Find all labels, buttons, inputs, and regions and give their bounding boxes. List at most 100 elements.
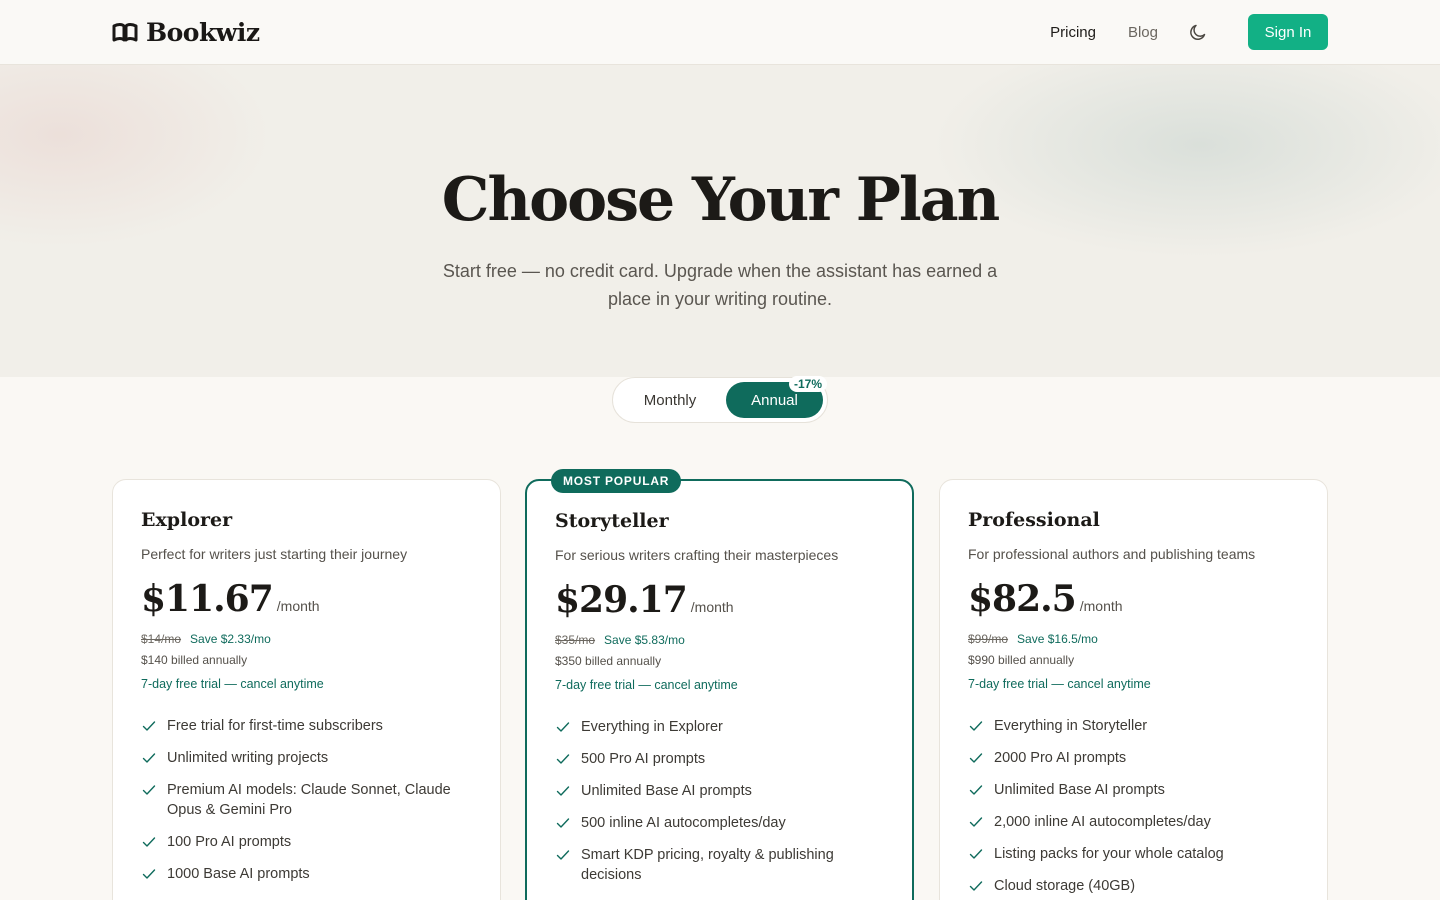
feature-item: Unlimited Base AI prompts: [555, 781, 875, 801]
feature-text: 100 Pro AI prompts: [167, 834, 292, 850]
feature-text: Everything in Storyteller: [994, 718, 1148, 734]
plan-price: $82.5: [968, 578, 1077, 620]
check-icon: [969, 721, 983, 731]
check-icon: [969, 849, 983, 859]
price-period: /month: [690, 599, 734, 615]
price-row: $29.17 /month: [555, 579, 734, 621]
most-popular-badge: MOST POPULAR: [551, 469, 682, 493]
check-icon: [556, 722, 570, 732]
moon-icon: [1190, 24, 1206, 40]
feature-item: 100 Pro AI prompts: [141, 832, 461, 852]
feature-text: Unlimited Base AI prompts: [581, 783, 752, 799]
feature-item: Premium AI models: Claude Sonnet, Claude…: [141, 780, 461, 820]
plan-description: For professional authors and publishing …: [968, 546, 1256, 562]
feature-text: 2000 Pro AI prompts: [994, 750, 1127, 766]
nav-pricing-link[interactable]: Pricing: [1050, 24, 1096, 41]
plan-name: Storyteller: [555, 510, 669, 532]
feature-item: Everything in Storyteller: [968, 716, 1288, 736]
check-icon: [969, 817, 983, 827]
plan-card-explorer: Explorer Perfect for writers just starti…: [112, 479, 501, 900]
trial-text: 7-day free trial — cancel anytime: [141, 677, 324, 691]
plan-card-storyteller: MOST POPULAR Storyteller For serious wri…: [525, 469, 914, 900]
plan-price: $29.17: [555, 579, 688, 621]
nav-links: Pricing Blog Sign In: [1050, 14, 1328, 50]
feature-item: 500 Pro AI prompts: [555, 749, 875, 769]
trial-text: 7-day free trial — cancel anytime: [555, 678, 738, 692]
check-icon: [969, 881, 983, 891]
hero-section: Choose Your Plan Start free — no credit …: [0, 65, 1440, 377]
feature-list: Free trial for first-time subscribers Un…: [141, 716, 461, 896]
trial-text: 7-day free trial — cancel anytime: [968, 677, 1151, 691]
price-row: $82.5 /month: [968, 578, 1123, 620]
billed-annually-text: $140 billed annually: [141, 653, 248, 667]
feature-text: Unlimited Base AI prompts: [994, 782, 1165, 798]
sign-in-button[interactable]: Sign In: [1248, 14, 1328, 50]
feature-text: Listing packs for your whole catalog: [994, 846, 1224, 862]
plan-name: Explorer: [141, 509, 233, 531]
feature-text: Unlimited writing projects: [167, 750, 329, 766]
billing-period-toggle: Monthly Annual -17%: [612, 376, 828, 423]
billed-annually-text: $990 billed annually: [968, 653, 1075, 667]
feature-item: Unlimited writing projects: [141, 748, 461, 768]
check-icon: [142, 753, 156, 763]
savings-amount: Save $5.83/mo: [604, 633, 685, 647]
feature-item: 500 inline AI autocompletes/day: [555, 813, 875, 833]
billed-annually-text: $350 billed annually: [555, 654, 662, 668]
check-icon: [556, 754, 570, 764]
feature-list: Everything in Storyteller 2000 Pro AI pr…: [968, 716, 1288, 900]
plan-card-professional: Professional For professional authors an…: [939, 479, 1328, 900]
book-icon: [112, 22, 138, 42]
logo-text: Bookwiz: [146, 17, 260, 47]
feature-text: Smart KDP pricing, royalty & publishing …: [581, 847, 834, 883]
feature-item: Listing packs for your whole catalog: [968, 844, 1288, 864]
feature-list: Everything in Explorer 500 Pro AI prompt…: [555, 717, 875, 897]
feature-text: Free trial for first-time subscribers: [167, 718, 383, 734]
feature-text: 1000 Base AI prompts: [167, 866, 310, 882]
check-icon: [969, 785, 983, 795]
feature-item: 2,000 inline AI autocompletes/day: [968, 812, 1288, 832]
top-navbar: Bookwiz Pricing Blog Sign In: [0, 0, 1440, 65]
annual-discount-badge: -17%: [789, 376, 828, 392]
feature-item: Unlimited Base AI prompts: [968, 780, 1288, 800]
theme-toggle-button[interactable]: [1188, 22, 1208, 42]
feature-item: Free trial for first-time subscribers: [141, 716, 461, 736]
original-price: $14/mo: [141, 632, 182, 646]
feature-text: 2,000 inline AI autocompletes/day: [994, 814, 1211, 830]
check-icon: [556, 786, 570, 796]
feature-text: 500 Pro AI prompts: [581, 751, 706, 767]
feature-item: Everything in Explorer: [555, 717, 875, 737]
price-period: /month: [276, 598, 320, 614]
check-icon: [142, 721, 156, 731]
plan-description: For serious writers crafting their maste…: [555, 547, 839, 563]
original-price: $99/mo: [968, 632, 1009, 646]
feature-text: Everything in Explorer: [581, 719, 723, 735]
original-price: $35/mo: [555, 633, 596, 647]
page-subtitle: Start free — no credit card. Upgrade whe…: [442, 261, 998, 309]
feature-item: Smart KDP pricing, royalty & publishing …: [555, 845, 875, 885]
check-icon: [142, 869, 156, 879]
feature-item: Cloud storage (40GB): [968, 876, 1288, 896]
feature-text: 500 inline AI autocompletes/day: [581, 815, 786, 831]
page-title: Choose Your Plan: [441, 165, 1000, 235]
nav-blog-link[interactable]: Blog: [1128, 24, 1158, 41]
check-icon: [556, 818, 570, 828]
price-period: /month: [1079, 598, 1123, 614]
savings-amount: Save $16.5/mo: [1017, 632, 1098, 646]
savings-amount: Save $2.33/mo: [190, 632, 271, 646]
check-icon: [142, 837, 156, 847]
plan-name: Professional: [968, 509, 1100, 531]
billing-monthly-option[interactable]: Monthly: [619, 382, 721, 418]
savings-row: $35/mo Save $5.83/mo: [555, 633, 685, 647]
plan-price: $11.67: [141, 578, 274, 620]
feature-item: 1000 Base AI prompts: [141, 864, 461, 884]
check-icon: [142, 785, 156, 795]
feature-text: Cloud storage (40GB): [994, 878, 1136, 894]
price-row: $11.67 /month: [141, 578, 320, 620]
feature-text: Premium AI models: Claude Sonnet, Claude…: [167, 782, 451, 818]
savings-row: $14/mo Save $2.33/mo: [141, 632, 271, 646]
logo[interactable]: Bookwiz: [112, 18, 260, 47]
savings-row: $99/mo Save $16.5/mo: [968, 632, 1098, 646]
plan-description: Perfect for writers just starting their …: [141, 546, 408, 562]
check-icon: [556, 850, 570, 860]
feature-item: 2000 Pro AI prompts: [968, 748, 1288, 768]
